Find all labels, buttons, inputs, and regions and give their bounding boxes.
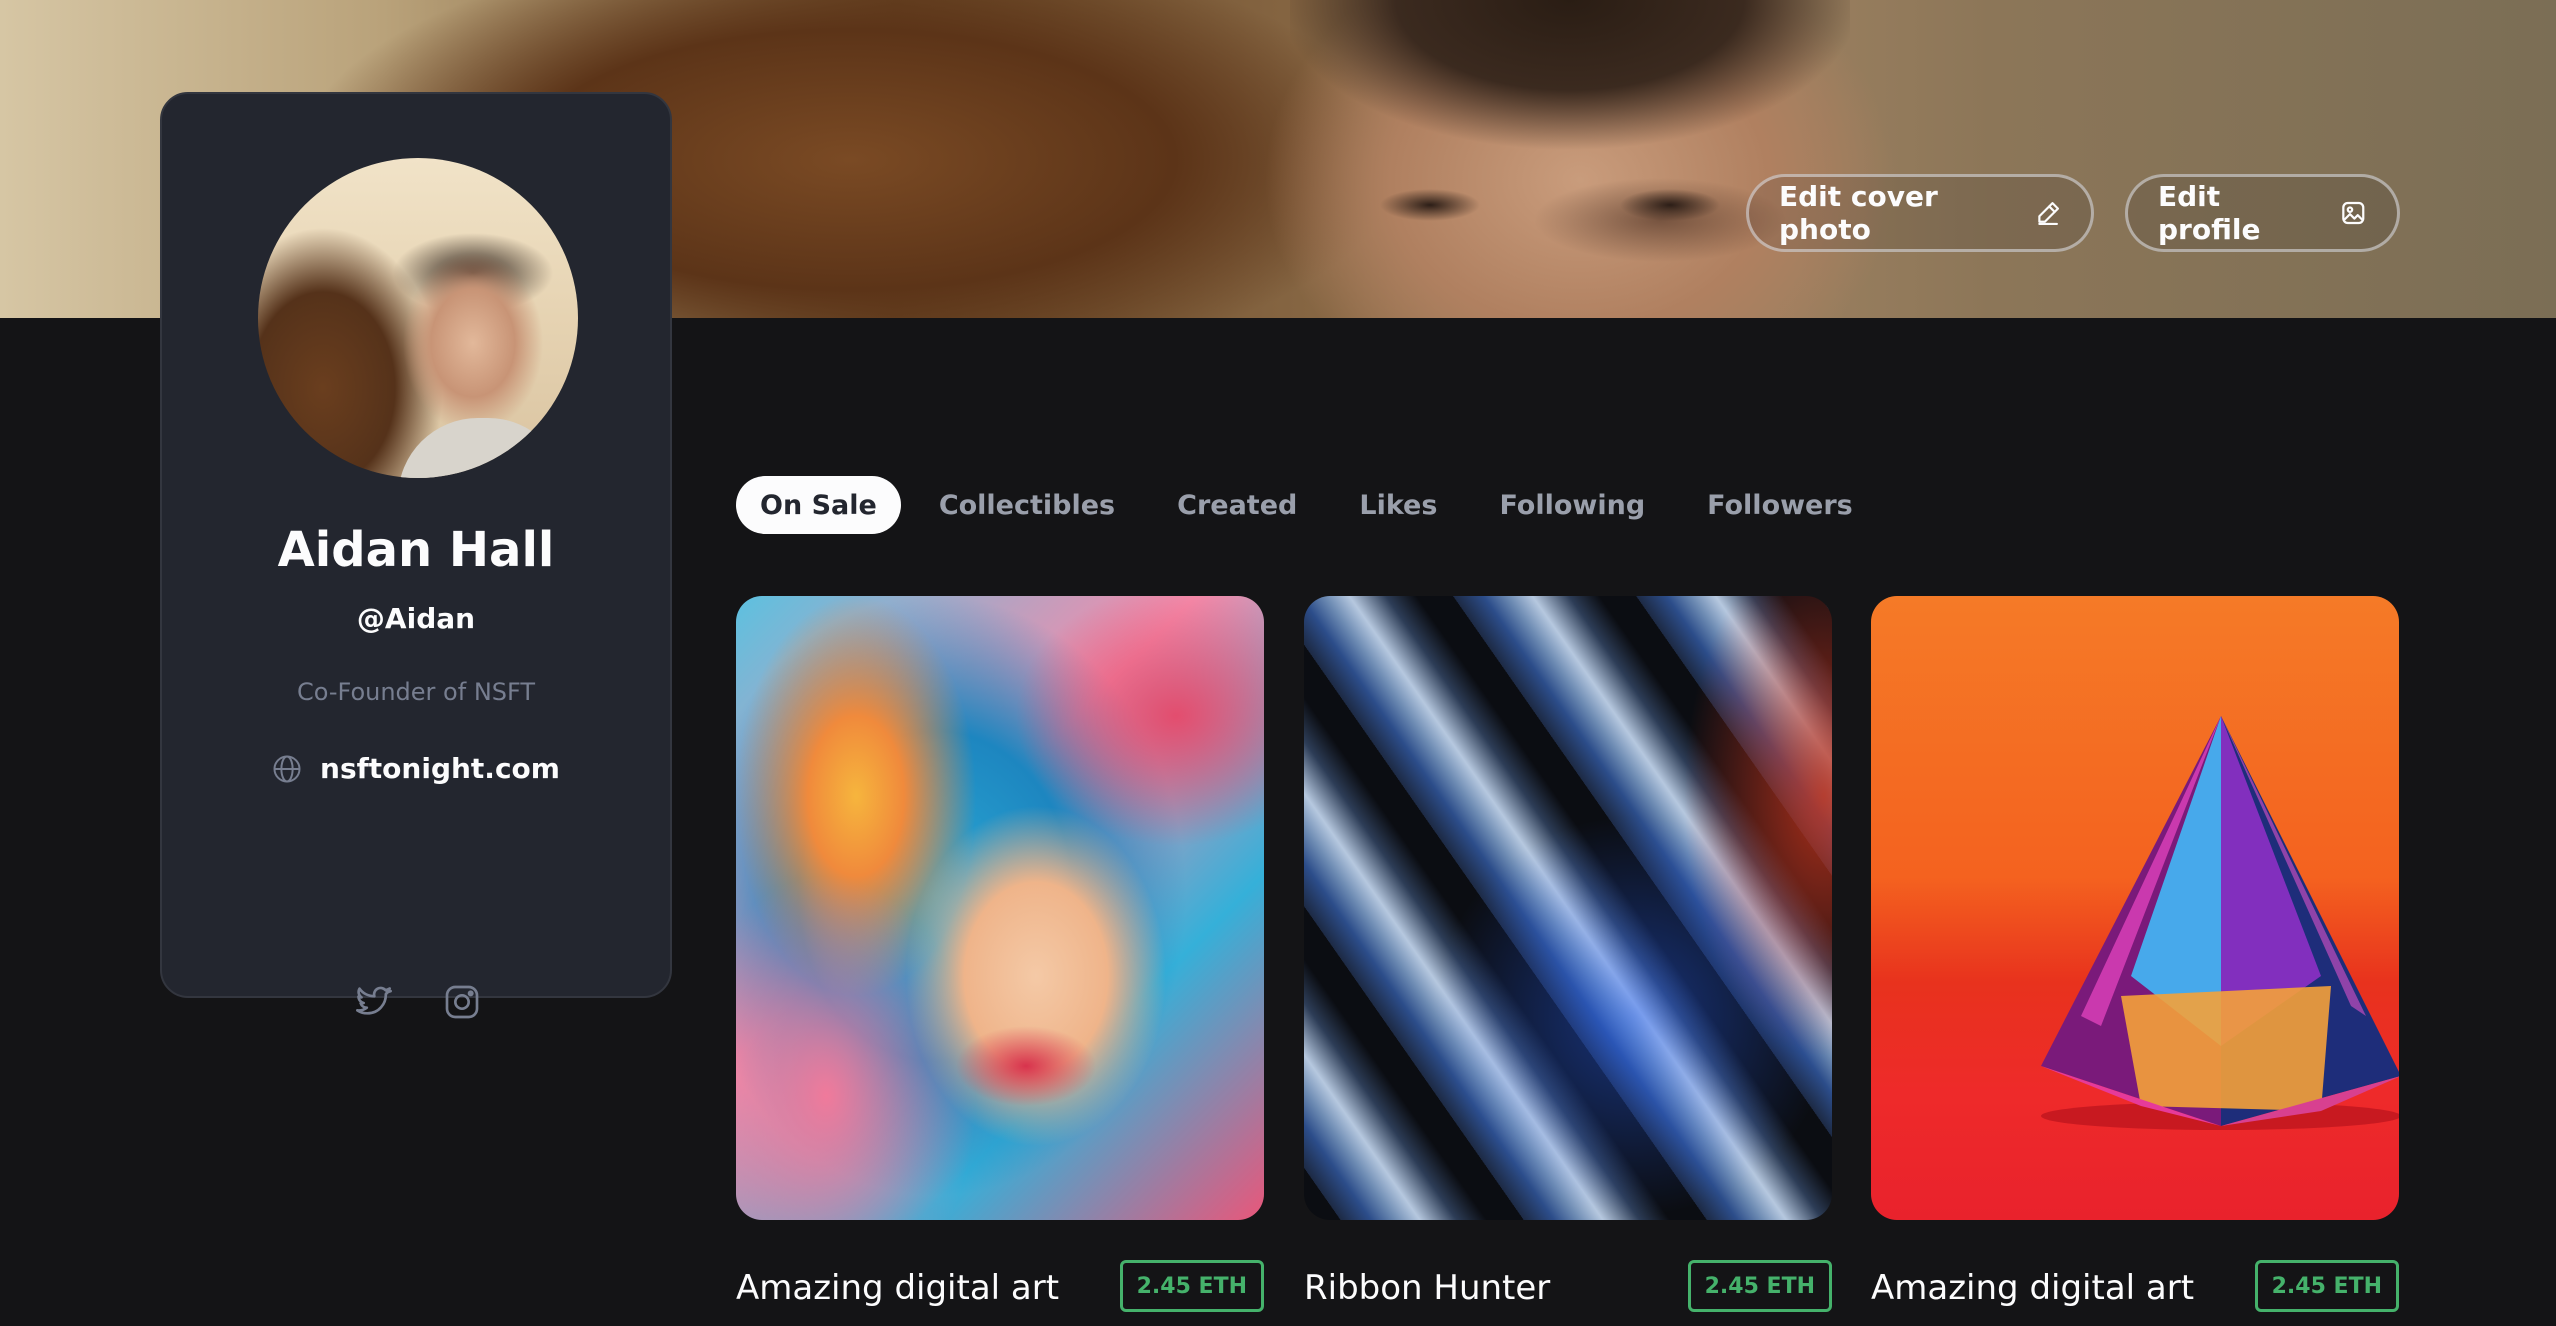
item-title[interactable]: Amazing digital art — [736, 1268, 1059, 1308]
item-meta: Amazing digital art 2.45 ETH — [1871, 1260, 2399, 1312]
prism-illustration — [2041, 716, 2399, 1130]
item-image[interactable] — [1304, 596, 1832, 1220]
website-label: nsftonight.com — [320, 752, 560, 785]
tab-likes[interactable]: Likes — [1335, 476, 1461, 534]
item-card[interactable]: Amazing digital art 2.45 ETH — [736, 596, 1264, 1312]
twitter-icon[interactable] — [354, 982, 394, 1022]
item-card[interactable]: Ribbon Hunter 2.45 ETH — [1304, 596, 1832, 1312]
website-link[interactable]: nsftonight.com — [162, 752, 670, 785]
item-card[interactable]: Amazing digital art 2.45 ETH — [1871, 596, 2399, 1312]
item-image[interactable] — [736, 596, 1264, 1220]
price-badge: 2.45 ETH — [1119, 1260, 1264, 1312]
profile-tabs: On Sale Collectibles Created Likes Follo… — [736, 476, 1877, 534]
profile-handle: @Aidan — [356, 602, 476, 635]
globe-icon — [273, 755, 301, 782]
profile-card: Aidan Hall @Aidan Co-Founder of NSFT nsf… — [160, 92, 672, 1019]
avatar — [258, 158, 578, 478]
profile-name: Aidan Hall — [277, 522, 555, 578]
item-meta: Amazing digital art 2.45 ETH — [736, 1260, 1264, 1312]
item-title[interactable]: Ribbon Hunter — [1304, 1268, 1550, 1308]
cover-photo-detail — [1370, 185, 1750, 225]
edit-profile-button[interactable]: Edit profile — [2125, 174, 2400, 252]
item-title[interactable]: Amazing digital art — [1871, 1268, 2194, 1308]
item-image[interactable] — [1871, 596, 2399, 1220]
tab-followers[interactable]: Followers — [1683, 476, 1877, 534]
pencil-icon — [2038, 202, 2059, 226]
avatar-detail — [398, 418, 568, 478]
tab-on-sale[interactable]: On Sale — [736, 476, 901, 534]
item-meta: Ribbon Hunter 2.45 ETH — [1304, 1260, 1832, 1312]
tab-created[interactable]: Created — [1153, 476, 1321, 534]
edit-cover-photo-label: Edit cover photo — [1779, 180, 1938, 246]
instagram-icon[interactable] — [442, 982, 482, 1022]
price-badge: 2.45 ETH — [2254, 1260, 2399, 1312]
cover-photo-detail — [1290, 0, 1850, 150]
profile-bio: Co-Founder of NSFT — [296, 678, 536, 706]
tab-following[interactable]: Following — [1475, 476, 1669, 534]
tab-collectibles[interactable]: Collectibles — [915, 476, 1139, 534]
image-icon — [2342, 201, 2365, 225]
edit-cover-photo-button[interactable]: Edit cover photo — [1746, 174, 2094, 252]
edit-profile-label: Edit profile — [2158, 180, 2261, 246]
item-image-detail — [1304, 596, 1832, 1220]
price-badge: 2.45 ETH — [1687, 1260, 1832, 1312]
